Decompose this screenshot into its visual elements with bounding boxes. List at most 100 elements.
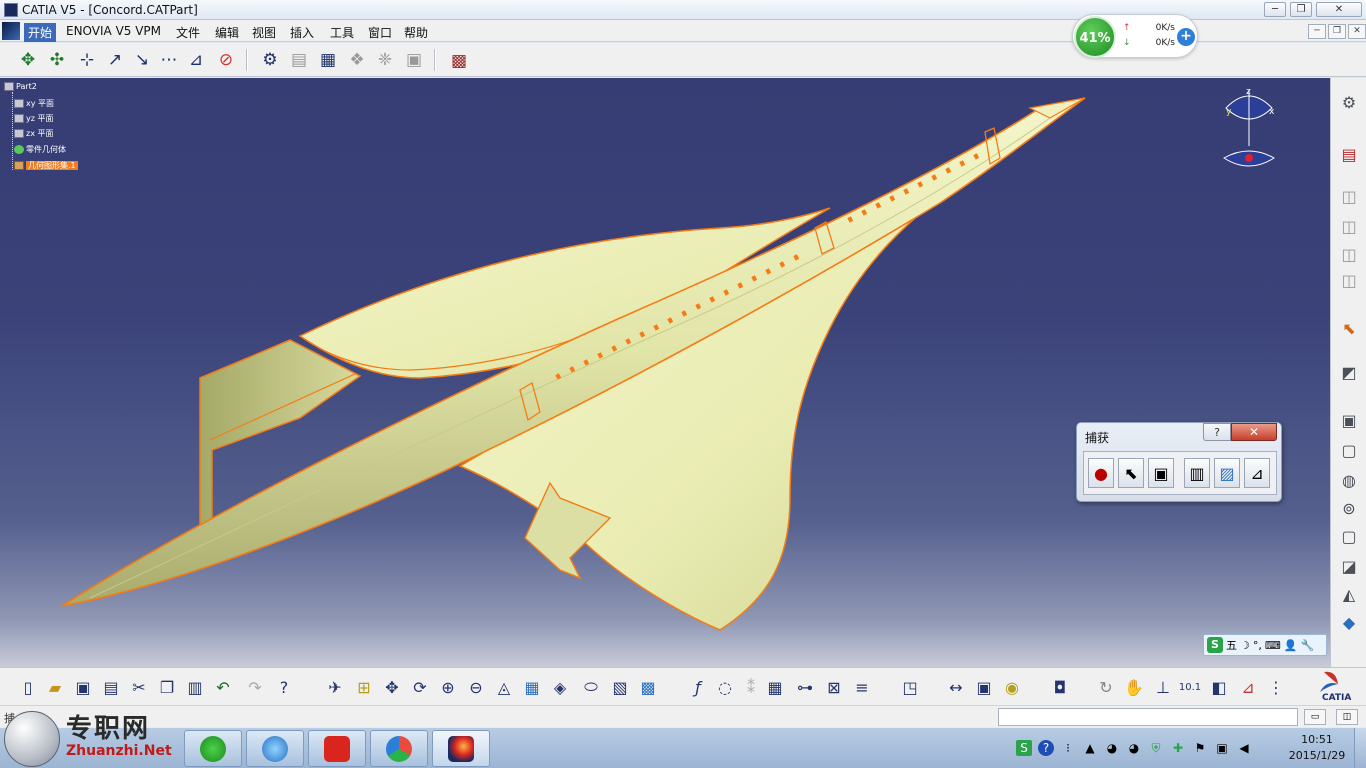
zoom-in-icon[interactable]: ⊕ bbox=[436, 675, 460, 699]
tree-item-zx-plane[interactable]: zx 平面 bbox=[14, 128, 53, 139]
hierarchy-icon[interactable]: ⊶ bbox=[793, 675, 817, 699]
tree-item-geometric-set[interactable]: 几何图形集.1 bbox=[14, 160, 78, 171]
measure-icon[interactable]: ⊿ bbox=[184, 48, 208, 72]
shading-icon[interactable]: ⬭ bbox=[579, 675, 603, 699]
measure-between-icon[interactable]: ◳ bbox=[898, 675, 922, 699]
flag-icon[interactable]: ⚑ bbox=[1192, 740, 1208, 756]
open-folder-icon[interactable]: ▰ bbox=[43, 675, 67, 699]
moon-icon[interactable]: ☽ bbox=[1240, 639, 1250, 652]
lock-icon[interactable]: ⊠ bbox=[822, 675, 846, 699]
menu-help[interactable]: 帮助 bbox=[400, 23, 432, 42]
show-desktop-button[interactable] bbox=[1354, 728, 1366, 768]
capture-toolbar-dialog[interactable]: 捕获 ? ✕ ● ⬉ ▣ ▥ ▨ ⊿ bbox=[1076, 422, 1282, 502]
cut-icon[interactable]: ✂ bbox=[127, 675, 151, 699]
sketch-icon[interactable]: ◩ bbox=[1337, 360, 1361, 384]
antivirus-icon[interactable]: ✚ bbox=[1170, 740, 1186, 756]
doc-close-button[interactable]: ✕ bbox=[1348, 24, 1366, 39]
taskbar-qq-browser-button[interactable] bbox=[370, 730, 428, 767]
security-icon[interactable]: ⛨ bbox=[1148, 740, 1164, 756]
menu-view[interactable]: 视图 bbox=[248, 23, 280, 42]
help-button[interactable]: ? bbox=[1203, 423, 1231, 441]
draft-icon[interactable]: ◭ bbox=[1337, 582, 1361, 606]
tree-item-yz-plane[interactable]: yz 平面 bbox=[14, 113, 53, 124]
move-icon[interactable]: ✥ bbox=[16, 48, 40, 72]
redo-icon[interactable]: ↷ bbox=[243, 675, 267, 699]
menu-edit[interactable]: 编辑 bbox=[211, 23, 243, 42]
manipulate-icon[interactable]: ✋ bbox=[1122, 675, 1146, 699]
units-icon[interactable]: 10.1 bbox=[1178, 675, 1202, 699]
tree-root[interactable]: Part2 bbox=[4, 82, 37, 91]
album-icon[interactable]: ▥ bbox=[1184, 458, 1210, 488]
apply-material-icon[interactable]: ◉ bbox=[1000, 675, 1024, 699]
clock[interactable]: 10:51 2015/1/29 bbox=[1284, 732, 1350, 764]
image-icon[interactable]: ▨ bbox=[1214, 458, 1240, 488]
punctuation-icon[interactable]: °, bbox=[1253, 639, 1262, 652]
menu-file[interactable]: 文件 bbox=[172, 23, 204, 42]
doc-restore-button[interactable]: ❐ bbox=[1328, 24, 1346, 39]
zoom-out-icon[interactable]: ⊖ bbox=[464, 675, 488, 699]
formula-icon[interactable]: ƒ bbox=[686, 675, 710, 699]
volume-icon[interactable]: ◀ bbox=[1236, 740, 1252, 756]
tree-item-part-body[interactable]: 零件几何体 bbox=[14, 144, 66, 155]
catia-app-icon[interactable] bbox=[4, 3, 18, 17]
qq-icon[interactable]: ◕ bbox=[1104, 740, 1120, 756]
list-icon[interactable]: ≡ bbox=[850, 675, 874, 699]
rotate-icon[interactable]: ✣ bbox=[45, 48, 69, 72]
comment-icon[interactable]: ◌ bbox=[713, 675, 737, 699]
multi-view-icon[interactable]: ▦ bbox=[520, 675, 544, 699]
menu-insert[interactable]: 插入 bbox=[286, 23, 318, 42]
snap-icon[interactable]: ⊹ bbox=[75, 48, 99, 72]
ime-mode[interactable]: 五 bbox=[1226, 637, 1237, 653]
gear-icon[interactable]: ⚙ bbox=[1337, 90, 1361, 114]
menu-start[interactable]: 开始 bbox=[24, 23, 57, 42]
tray-up-arrow-icon[interactable]: ▲ bbox=[1082, 740, 1098, 756]
3d-viewport[interactable]: Part2 xy 平面 yz 平面 zx 平面 零件几何体 几何图形集.1 z … bbox=[0, 78, 1330, 667]
command-cancel-button[interactable]: ◫ bbox=[1336, 709, 1358, 725]
keyboard-icon[interactable]: ⌨ bbox=[1265, 639, 1281, 652]
select-icon[interactable]: ⬉ bbox=[1118, 458, 1144, 488]
iso-view-icon[interactable]: ◈ bbox=[548, 675, 572, 699]
curve-icon[interactable]: ◫ bbox=[1337, 268, 1361, 292]
swap-space-icon[interactable]: ▩ bbox=[636, 675, 660, 699]
record-icon[interactable]: ● bbox=[1088, 458, 1114, 488]
grid-tool-icon[interactable]: ⋮ bbox=[1264, 675, 1288, 699]
inertia-icon[interactable]: ▣ bbox=[972, 675, 996, 699]
taskbar-catia-button[interactable] bbox=[432, 730, 490, 767]
command-dropdown-button[interactable]: ▭ bbox=[1304, 709, 1326, 725]
measure-item-icon[interactable]: ↔ bbox=[944, 675, 968, 699]
undo-icon[interactable]: ↶ bbox=[211, 675, 235, 699]
pan-icon[interactable]: ✥ bbox=[380, 675, 404, 699]
reset-icon[interactable]: ⊘ bbox=[214, 48, 238, 72]
maximize-button[interactable]: ❐ bbox=[1290, 2, 1312, 17]
tray-expand-icon[interactable]: ⁝ bbox=[1060, 740, 1076, 756]
analysis-icon[interactable]: ▩ bbox=[447, 49, 471, 73]
fit-all-icon[interactable]: ⊞ bbox=[352, 675, 376, 699]
pad-icon[interactable]: ▣ bbox=[1337, 408, 1361, 432]
catalog-icon[interactable]: ⚙ bbox=[258, 48, 282, 72]
command-input[interactable] bbox=[998, 708, 1298, 726]
menu-window[interactable]: 窗口 bbox=[364, 23, 396, 42]
rule-icon[interactable]: ▣ bbox=[402, 48, 426, 72]
user-icon[interactable]: 👤 bbox=[1284, 639, 1298, 652]
sogou-icon[interactable]: S bbox=[1207, 637, 1223, 653]
qq2-icon[interactable]: ◕ bbox=[1126, 740, 1142, 756]
parameter-icon[interactable]: ❖ bbox=[345, 48, 369, 72]
publish-icon[interactable]: ▤ bbox=[287, 48, 311, 72]
axis-system-icon[interactable]: ⊥ bbox=[1151, 675, 1175, 699]
offset-icon[interactable]: ↘ bbox=[130, 48, 154, 72]
capture-close-button[interactable]: ✕ bbox=[1231, 423, 1277, 441]
hole-icon[interactable]: ⊚ bbox=[1337, 496, 1361, 520]
menu-tools[interactable]: 工具 bbox=[326, 23, 358, 42]
tool-icon[interactable]: 🔧 bbox=[1300, 639, 1314, 652]
new-file-icon[interactable]: ▯ bbox=[16, 675, 40, 699]
point-icon[interactable]: ◫ bbox=[1337, 184, 1361, 208]
link-icon[interactable]: ⁑ bbox=[739, 675, 763, 699]
tree-item-xy-plane[interactable]: xy 平面 bbox=[14, 98, 54, 109]
plane-tool-icon[interactable]: ◫ bbox=[1337, 242, 1361, 266]
symmetry-icon[interactable]: ⋯ bbox=[157, 48, 181, 72]
pdf-icon[interactable]: ▤ bbox=[1337, 142, 1361, 166]
add-icon[interactable]: + bbox=[1177, 28, 1195, 46]
analysis-tool-icon[interactable]: ⊿ bbox=[1236, 675, 1260, 699]
formula-icon[interactable]: ❈ bbox=[373, 48, 397, 72]
rib-icon[interactable]: ▢ bbox=[1337, 524, 1361, 548]
